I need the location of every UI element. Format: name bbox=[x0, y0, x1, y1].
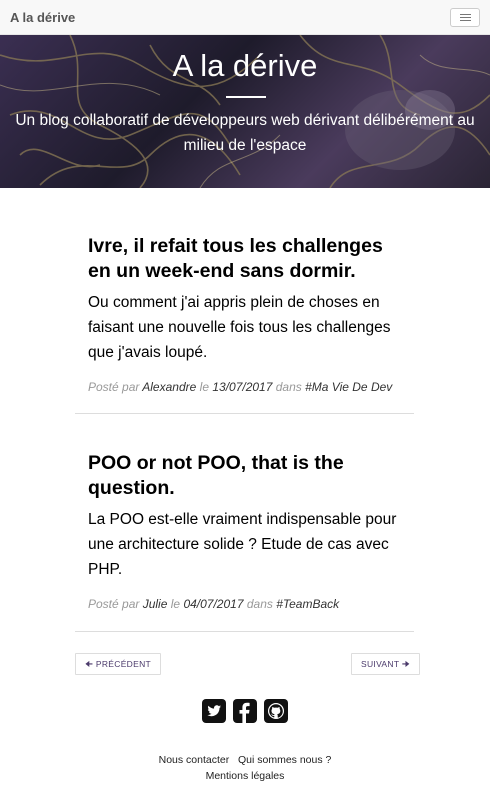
meta-in: dans bbox=[275, 380, 302, 394]
github-icon[interactable] bbox=[264, 699, 288, 723]
post-author[interactable]: Julie bbox=[143, 597, 168, 611]
site-title: A la dérive bbox=[172, 48, 318, 83]
post-meta: Posté par Alexandre le 13/07/2017 dans #… bbox=[88, 380, 408, 394]
about-link[interactable]: Qui sommes nous ? bbox=[238, 754, 331, 766]
arrow-left-icon: 🠈 bbox=[85, 659, 94, 669]
facebook-icon[interactable] bbox=[233, 699, 257, 723]
title-divider bbox=[226, 96, 266, 98]
meta-on: le bbox=[199, 380, 209, 394]
contact-link[interactable]: Nous contacter bbox=[159, 754, 230, 766]
post-divider bbox=[75, 413, 414, 414]
social-links bbox=[200, 699, 290, 725]
previous-page-button[interactable]: 🠈 PRÉCÉDENT bbox=[75, 653, 161, 675]
post-meta: Posté par Julie le 04/07/2017 dans #Team… bbox=[88, 597, 408, 611]
next-label: SUIVANT bbox=[361, 659, 400, 669]
meta-in: dans bbox=[246, 597, 273, 611]
post-date: 13/07/2017 bbox=[212, 380, 273, 394]
site-subtitle: Un blog collaboratif de développeurs web… bbox=[15, 112, 475, 154]
navbar: A la dérive bbox=[0, 0, 490, 35]
navbar-brand[interactable]: A la dérive bbox=[10, 10, 75, 25]
previous-label: PRÉCÉDENT bbox=[95, 659, 151, 669]
post-date: 04/07/2017 bbox=[183, 597, 244, 611]
legal-link[interactable]: Mentions légales bbox=[206, 770, 285, 782]
post-preview: Ivre, il refait tous les challenges en u… bbox=[88, 234, 408, 394]
meta-posted-by: Posté par bbox=[88, 380, 140, 394]
post-category[interactable]: #Ma Vie De Dev bbox=[305, 380, 392, 394]
meta-on: le bbox=[170, 597, 181, 611]
twitter-icon[interactable] bbox=[202, 699, 226, 723]
next-page-button[interactable]: SUIVANT 🠊 bbox=[351, 653, 421, 675]
post-preview: POO or not POO, that is the question. La… bbox=[88, 451, 408, 611]
arrow-right-icon: 🠊 bbox=[401, 659, 411, 669]
meta-posted-by: Posté par bbox=[88, 597, 140, 611]
post-title-link[interactable]: POO or not POO, that is the question. bbox=[88, 451, 408, 501]
post-divider bbox=[75, 631, 414, 632]
hamburger-icon[interactable] bbox=[450, 8, 480, 27]
post-category[interactable]: #TeamBack bbox=[276, 597, 339, 611]
post-subtitle: Ou comment j'ai appris plein de choses e… bbox=[88, 294, 391, 361]
hero-header: A la dérive Un blog collaboratif de déve… bbox=[0, 35, 490, 188]
post-author[interactable]: Alexandre bbox=[142, 380, 196, 394]
post-subtitle: La POO est-elle vraiment indispensable p… bbox=[88, 511, 397, 578]
footer-links: Nous contacter Qui sommes nous ? Mention… bbox=[0, 752, 490, 784]
post-title-link[interactable]: Ivre, il refait tous les challenges en u… bbox=[88, 234, 408, 284]
